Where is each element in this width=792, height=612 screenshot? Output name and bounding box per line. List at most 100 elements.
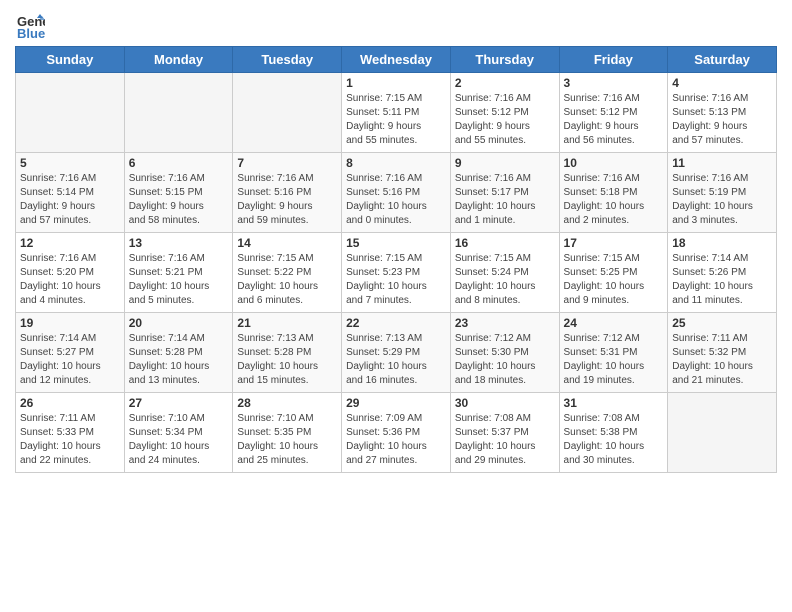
day-info: Sunrise: 7:11 AM Sunset: 5:33 PM Dayligh…: [20, 412, 120, 468]
calendar-cell: 1 Sunrise: 7:15 AM Sunset: 5:11 PM Daylig…: [342, 73, 451, 153]
day-number: 27: [129, 396, 229, 410]
day-number: 15: [346, 236, 446, 250]
day-info: Sunrise: 7:16 AM Sunset: 5:12 PM Dayligh…: [564, 92, 664, 148]
calendar-cell: 3 Sunrise: 7:16 AM Sunset: 5:12 PM Daylig…: [559, 73, 668, 153]
day-number: 8: [346, 156, 446, 170]
calendar-cell: [668, 393, 777, 473]
day-number: 25: [672, 316, 772, 330]
weekday-monday: Monday: [124, 47, 233, 73]
day-number: 23: [455, 316, 555, 330]
week-row-1: 1 Sunrise: 7:15 AM Sunset: 5:11 PM Daylig…: [16, 73, 777, 153]
day-info: Sunrise: 7:16 AM Sunset: 5:18 PM Dayligh…: [564, 172, 664, 228]
day-number: 1: [346, 76, 446, 90]
day-number: 30: [455, 396, 555, 410]
day-number: 26: [20, 396, 120, 410]
day-info: Sunrise: 7:15 AM Sunset: 5:25 PM Dayligh…: [564, 252, 664, 308]
day-info: Sunrise: 7:10 AM Sunset: 5:34 PM Dayligh…: [129, 412, 229, 468]
day-info: Sunrise: 7:12 AM Sunset: 5:31 PM Dayligh…: [564, 332, 664, 388]
day-number: 5: [20, 156, 120, 170]
calendar-cell: 2Sunrise: 7:16 AM Sunset: 5:12 PM Daylig…: [450, 73, 559, 153]
day-number: 22: [346, 316, 446, 330]
logo-icon: General Blue: [15, 10, 45, 40]
calendar-cell: 25 Sunrise: 7:11 AM Sunset: 5:32 PM Dayli…: [668, 313, 777, 393]
day-number: 17: [564, 236, 664, 250]
calendar-cell: 18Sunrise: 7:14 AM Sunset: 5:26 PM Dayli…: [668, 233, 777, 313]
calendar-cell: 8 Sunrise: 7:16 AM Sunset: 5:16 PM Daylig…: [342, 153, 451, 233]
calendar-cell: 13Sunrise: 7:16 AM Sunset: 5:21 PM Dayli…: [124, 233, 233, 313]
day-number: 28: [237, 396, 337, 410]
day-info: Sunrise: 7:13 AM Sunset: 5:28 PM Dayligh…: [237, 332, 337, 388]
day-info: Sunrise: 7:16 AM Sunset: 5:16 PM Dayligh…: [346, 172, 446, 228]
day-info: Sunrise: 7:15 AM Sunset: 5:11 PM Dayligh…: [346, 92, 446, 148]
day-number: 18: [672, 236, 772, 250]
calendar-cell: 22 Sunrise: 7:13 AM Sunset: 5:29 PM Dayli…: [342, 313, 451, 393]
day-info: Sunrise: 7:16 AM Sunset: 5:19 PM Dayligh…: [672, 172, 772, 228]
week-row-5: 26 Sunrise: 7:11 AM Sunset: 5:33 PM Dayli…: [16, 393, 777, 473]
calendar-cell: 12 Sunrise: 7:16 AM Sunset: 5:20 PM Dayli…: [16, 233, 125, 313]
week-row-4: 19Sunrise: 7:14 AM Sunset: 5:27 PM Dayli…: [16, 313, 777, 393]
day-info: Sunrise: 7:13 AM Sunset: 5:29 PM Dayligh…: [346, 332, 446, 388]
day-info: Sunrise: 7:16 AM Sunset: 5:16 PM Dayligh…: [237, 172, 337, 228]
day-info: Sunrise: 7:11 AM Sunset: 5:32 PM Dayligh…: [672, 332, 772, 388]
day-info: Sunrise: 7:10 AM Sunset: 5:35 PM Dayligh…: [237, 412, 337, 468]
calendar-cell: 27 Sunrise: 7:10 AM Sunset: 5:34 PM Dayli…: [124, 393, 233, 473]
page-container: General Blue SundayMondayTuesdayWednesda…: [0, 0, 792, 483]
day-number: 31: [564, 396, 664, 410]
day-info: Sunrise: 7:15 AM Sunset: 5:24 PM Dayligh…: [455, 252, 555, 308]
day-info: Sunrise: 7:14 AM Sunset: 5:27 PM Dayligh…: [20, 332, 120, 388]
calendar-cell: 31 Sunrise: 7:08 AM Sunset: 5:38 PM Dayli…: [559, 393, 668, 473]
weekday-thursday: Thursday: [450, 47, 559, 73]
day-info: Sunrise: 7:09 AM Sunset: 5:36 PM Dayligh…: [346, 412, 446, 468]
weekday-wednesday: Wednesday: [342, 47, 451, 73]
day-info: Sunrise: 7:16 AM Sunset: 5:17 PM Dayligh…: [455, 172, 555, 228]
day-number: 21: [237, 316, 337, 330]
calendar-cell: 26 Sunrise: 7:11 AM Sunset: 5:33 PM Dayli…: [16, 393, 125, 473]
calendar-cell: [16, 73, 125, 153]
calendar-cell: 10Sunrise: 7:16 AM Sunset: 5:18 PM Dayli…: [559, 153, 668, 233]
day-info: Sunrise: 7:16 AM Sunset: 5:13 PM Dayligh…: [672, 92, 772, 148]
calendar-cell: 17 Sunrise: 7:15 AM Sunset: 5:25 PM Dayli…: [559, 233, 668, 313]
calendar-cell: 5Sunrise: 7:16 AM Sunset: 5:14 PM Daylig…: [16, 153, 125, 233]
day-number: 12: [20, 236, 120, 250]
calendar-cell: 28 Sunrise: 7:10 AM Sunset: 5:35 PM Dayli…: [233, 393, 342, 473]
day-number: 11: [672, 156, 772, 170]
day-number: 20: [129, 316, 229, 330]
day-number: 3: [564, 76, 664, 90]
calendar-cell: 4 Sunrise: 7:16 AM Sunset: 5:13 PM Daylig…: [668, 73, 777, 153]
day-number: 29: [346, 396, 446, 410]
calendar-cell: 20Sunrise: 7:14 AM Sunset: 5:28 PM Dayli…: [124, 313, 233, 393]
calendar-cell: 14Sunrise: 7:15 AM Sunset: 5:22 PM Dayli…: [233, 233, 342, 313]
day-info: Sunrise: 7:16 AM Sunset: 5:15 PM Dayligh…: [129, 172, 229, 228]
calendar-cell: 29 Sunrise: 7:09 AM Sunset: 5:36 PM Dayli…: [342, 393, 451, 473]
calendar-cell: 9 Sunrise: 7:16 AM Sunset: 5:17 PM Daylig…: [450, 153, 559, 233]
day-info: Sunrise: 7:15 AM Sunset: 5:23 PM Dayligh…: [346, 252, 446, 308]
day-number: 13: [129, 236, 229, 250]
day-number: 9: [455, 156, 555, 170]
week-row-3: 12 Sunrise: 7:16 AM Sunset: 5:20 PM Dayli…: [16, 233, 777, 313]
calendar-cell: 30Sunrise: 7:08 AM Sunset: 5:37 PM Dayli…: [450, 393, 559, 473]
weekday-saturday: Saturday: [668, 47, 777, 73]
weekday-friday: Friday: [559, 47, 668, 73]
calendar-body: 1 Sunrise: 7:15 AM Sunset: 5:11 PM Daylig…: [16, 73, 777, 473]
calendar-cell: 15 Sunrise: 7:15 AM Sunset: 5:23 PM Dayli…: [342, 233, 451, 313]
day-info: Sunrise: 7:08 AM Sunset: 5:38 PM Dayligh…: [564, 412, 664, 468]
day-info: Sunrise: 7:12 AM Sunset: 5:30 PM Dayligh…: [455, 332, 555, 388]
calendar-header: SundayMondayTuesdayWednesdayThursdayFrid…: [16, 47, 777, 73]
day-number: 7: [237, 156, 337, 170]
day-info: Sunrise: 7:16 AM Sunset: 5:12 PM Dayligh…: [455, 92, 555, 148]
calendar-cell: 6 Sunrise: 7:16 AM Sunset: 5:15 PM Daylig…: [124, 153, 233, 233]
day-number: 4: [672, 76, 772, 90]
calendar-cell: 19Sunrise: 7:14 AM Sunset: 5:27 PM Dayli…: [16, 313, 125, 393]
calendar-cell: 16 Sunrise: 7:15 AM Sunset: 5:24 PM Dayli…: [450, 233, 559, 313]
calendar-cell: 7 Sunrise: 7:16 AM Sunset: 5:16 PM Daylig…: [233, 153, 342, 233]
calendar-table: SundayMondayTuesdayWednesdayThursdayFrid…: [15, 46, 777, 473]
day-number: 6: [129, 156, 229, 170]
day-number: 14: [237, 236, 337, 250]
calendar-cell: 23 Sunrise: 7:12 AM Sunset: 5:30 PM Dayli…: [450, 313, 559, 393]
logo: General Blue: [15, 10, 49, 40]
day-info: Sunrise: 7:16 AM Sunset: 5:20 PM Dayligh…: [20, 252, 120, 308]
calendar-cell: 21 Sunrise: 7:13 AM Sunset: 5:28 PM Dayli…: [233, 313, 342, 393]
day-number: 16: [455, 236, 555, 250]
calendar-cell: 24Sunrise: 7:12 AM Sunset: 5:31 PM Dayli…: [559, 313, 668, 393]
week-row-2: 5Sunrise: 7:16 AM Sunset: 5:14 PM Daylig…: [16, 153, 777, 233]
